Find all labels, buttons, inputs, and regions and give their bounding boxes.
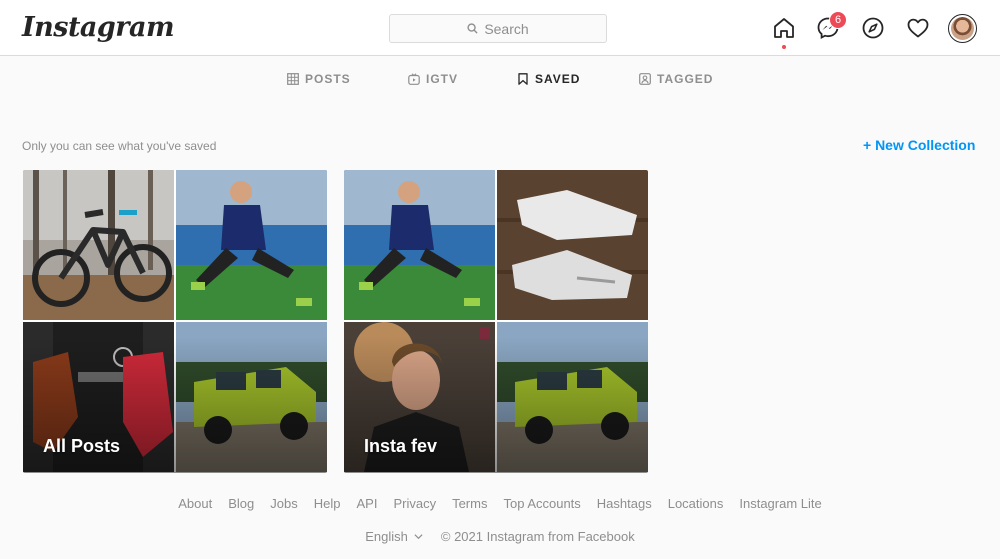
footer-link-about[interactable]: About [178,496,212,511]
footer-links: About Blog Jobs Help API Privacy Terms T… [0,496,1000,511]
language-select[interactable]: English [365,529,423,544]
tab-tagged-label: TAGGED [657,72,714,86]
tab-saved-label: SAVED [535,72,581,86]
copyright: © 2021 Instagram from Facebook [440,529,635,544]
explore-button[interactable] [859,14,887,42]
tab-posts[interactable]: POSTS [287,72,351,86]
instagram-logo[interactable]: Instagram [22,12,175,43]
search-icon [467,23,478,34]
profile-button[interactable] [948,14,977,43]
home-icon [774,18,794,38]
collection-name: Insta fev [364,436,438,456]
collection-all-posts[interactable]: All Posts [23,170,327,473]
search-box[interactable]: Search [389,14,607,43]
top-navigation: Instagram Search 6 [0,0,1000,56]
activity-button[interactable] [904,14,932,42]
footer-link-terms[interactable]: Terms [452,496,487,511]
new-collection-button[interactable]: + New Collection [863,137,975,153]
language-label: English [365,529,408,544]
home-button[interactable] [770,14,798,42]
footer-link-help[interactable]: Help [314,496,341,511]
saved-privacy-notice: Only you can see what you've saved [22,139,217,153]
footer-link-instagram-lite[interactable]: Instagram Lite [739,496,821,511]
tab-igtv[interactable]: IGTV [408,72,458,86]
search-placeholder: Search [484,20,529,37]
heart-icon [907,18,929,38]
footer-link-api[interactable]: API [356,496,377,511]
collection-overlay [344,170,648,473]
tagged-icon [639,73,651,85]
footer-link-jobs[interactable]: Jobs [270,496,297,511]
footer-link-blog[interactable]: Blog [228,496,254,511]
collection-overlay [23,170,327,473]
collection-name: All Posts [43,436,121,456]
nav-icons: 6 [770,11,980,49]
chevron-down-icon [414,534,423,540]
tab-igtv-label: IGTV [426,72,459,86]
tab-saved[interactable]: SAVED [517,72,580,86]
bookmark-icon [518,73,528,85]
grid-icon [287,73,299,85]
home-active-dot [782,45,786,49]
footer-link-locations[interactable]: Locations [668,496,724,511]
igtv-icon [408,73,420,85]
footer-link-top-accounts[interactable]: Top Accounts [503,496,580,511]
footer-bottom: English © 2021 Instagram from Facebook [0,529,1000,544]
footer-link-hashtags[interactable]: Hashtags [597,496,652,511]
tab-tagged[interactable]: TAGGED [639,72,713,86]
compass-icon [862,17,884,39]
messenger-badge: 6 [829,11,847,29]
collection-insta-fev[interactable]: Insta fev [344,170,648,473]
profile-tabs: POSTS IGTV SAVED TAGGED [0,62,1000,98]
avatar [951,17,974,40]
footer-link-privacy[interactable]: Privacy [393,496,436,511]
tab-posts-label: POSTS [305,72,351,86]
